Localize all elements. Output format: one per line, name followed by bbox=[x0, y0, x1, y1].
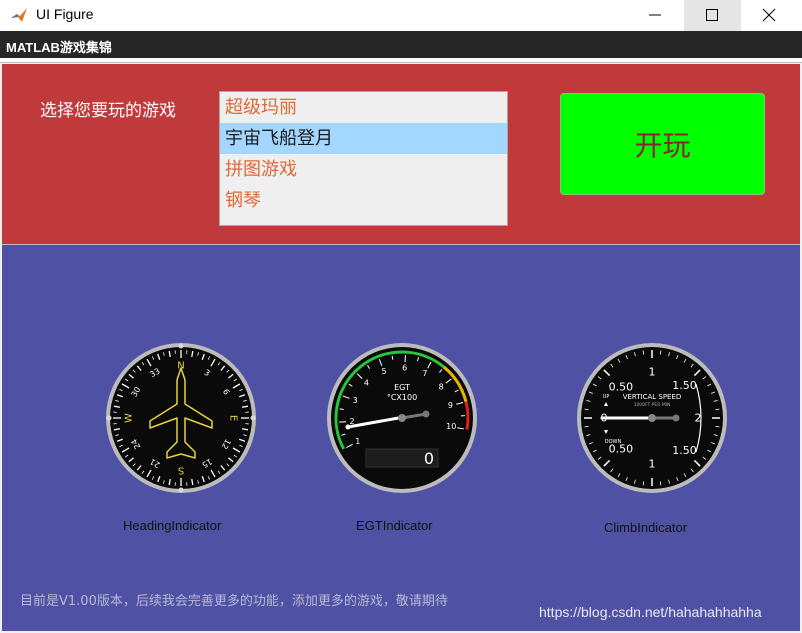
egt-scale-label: 7 bbox=[422, 369, 427, 378]
game-select-panel: 选择您要玩的游戏 超级玛丽 宇宙飞船登月 拼图游戏 钢琴 开玩 bbox=[2, 64, 800, 245]
egt-scale-label: 5 bbox=[381, 367, 386, 376]
close-button[interactable] bbox=[741, 0, 798, 31]
maximize-icon bbox=[706, 9, 718, 21]
window-titlebar: UI Figure bbox=[0, 0, 802, 31]
egt-scale-label: 9 bbox=[448, 401, 453, 410]
climb-indicator-gauge: 00.5011.5021.5010.50 VERTICAL SPEED 1000… bbox=[577, 343, 727, 493]
watermark-text: https://blog.csdn.net/hahahahhahha bbox=[539, 604, 762, 620]
egt-scale-label: 4 bbox=[364, 378, 369, 387]
play-button[interactable]: 开玩 bbox=[560, 93, 765, 195]
egt-scale-label: 10 bbox=[446, 422, 456, 431]
gauges-panel: N 3 6 E 12 15 S 21 24 W 30 33 HeadingIndicator 1234… bbox=[2, 245, 800, 631]
climb-scale-label: 1 bbox=[649, 366, 656, 379]
climb-scale-label: 1.50 bbox=[672, 444, 697, 457]
app-header: MATLAB游戏集锦 bbox=[0, 31, 802, 58]
compass-label: W bbox=[124, 413, 135, 423]
list-item-selected[interactable]: 宇宙飞船登月 bbox=[220, 123, 507, 154]
egt-scale-label: 3 bbox=[353, 396, 358, 405]
compass-label: S bbox=[178, 465, 184, 476]
egt-scale-label: 8 bbox=[439, 382, 444, 391]
climb-scale-label: 0.50 bbox=[609, 380, 634, 393]
minimize-icon bbox=[649, 14, 661, 16]
minimize-button[interactable] bbox=[627, 0, 684, 31]
maximize-button[interactable] bbox=[684, 0, 741, 31]
list-item[interactable]: 钢琴 bbox=[220, 185, 507, 216]
egt-scale-label: 6 bbox=[402, 364, 407, 373]
egt-title: EGT bbox=[394, 383, 410, 392]
egt-scale-label: 1 bbox=[355, 437, 360, 446]
game-listbox[interactable]: 超级玛丽 宇宙飞船登月 拼图游戏 钢琴 bbox=[219, 91, 508, 226]
list-item[interactable]: 拼图游戏 bbox=[220, 154, 507, 185]
egt-indicator-label: EGTIndicator bbox=[356, 518, 433, 533]
compass-label: E bbox=[228, 415, 239, 421]
divider bbox=[0, 58, 802, 63]
egt-unit: °CX100 bbox=[387, 393, 417, 402]
egt-readout: 0 bbox=[424, 449, 434, 468]
climb-scale-label: 1.50 bbox=[672, 379, 697, 392]
climb-scale-label: 1 bbox=[649, 458, 656, 471]
egt-indicator-gauge: 12345 678910 EGT °CX100 0 bbox=[327, 343, 477, 493]
matlab-icon bbox=[11, 8, 27, 22]
close-icon bbox=[762, 8, 776, 22]
heading-indicator-gauge: N36E1215S2124W3033 bbox=[106, 343, 256, 493]
heading-indicator-label: HeadingIndicator bbox=[123, 518, 222, 533]
version-text: 目前是V1.00版本，后续我会完善更多的功能，添加更多的游戏，敬请期待 bbox=[20, 594, 448, 609]
climb-up-label: UP bbox=[603, 394, 610, 400]
climb-subtitle: 1000FT PER MIN bbox=[634, 402, 671, 408]
climb-indicator-label: ClimbIndicator bbox=[604, 520, 688, 535]
climb-down-label: DOWN bbox=[605, 439, 622, 445]
app-title: MATLAB游戏集锦 bbox=[6, 40, 112, 55]
game-select-label: 选择您要玩的游戏 bbox=[40, 101, 176, 121]
climb-title: VERTICAL SPEED bbox=[623, 393, 682, 401]
list-item[interactable]: 超级玛丽 bbox=[220, 92, 507, 123]
window-title: UI Figure bbox=[36, 6, 94, 22]
